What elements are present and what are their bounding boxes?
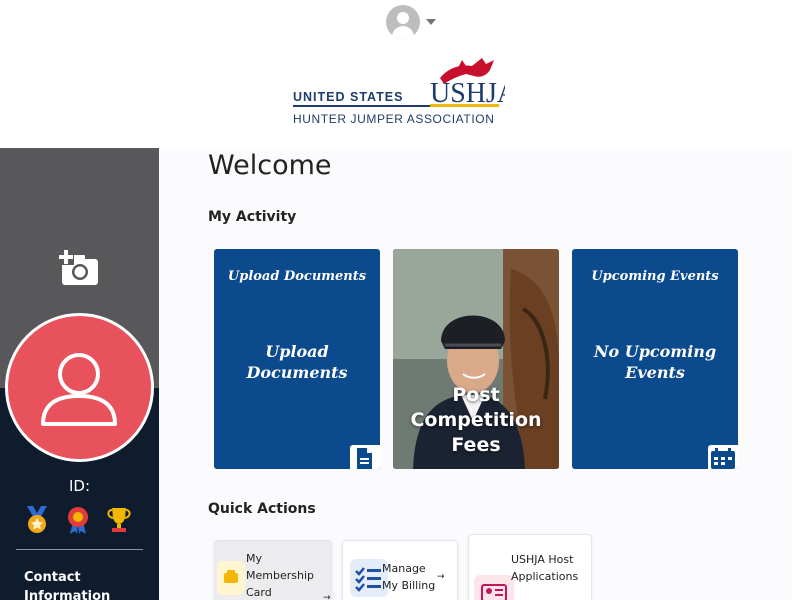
rosette-icon — [68, 507, 88, 534]
post-competition-fees-card[interactable]: Post Competition Fees — [393, 249, 559, 469]
qa-label: My Membership Card — [246, 552, 314, 599]
calendar-icon — [708, 445, 738, 469]
card-title: No Upcoming Events — [593, 342, 717, 382]
trophy-icon — [107, 508, 131, 532]
account-circle-icon[interactable] — [386, 5, 420, 39]
arrow-right-icon: → — [323, 593, 331, 600]
quick-actions: My Membership Card → Manage My Billing → — [214, 534, 592, 600]
qa-label: Manage My Billing — [382, 562, 436, 592]
profile-avatar[interactable] — [5, 313, 154, 462]
quick-actions-heading: Quick Actions — [208, 501, 316, 517]
card-title: Upload Documents — [246, 342, 348, 382]
member-id-label: ID: — [68, 477, 91, 495]
sidebar: ID: Contact Information — [0, 148, 159, 600]
page-title: Welcome — [208, 150, 332, 181]
header: UNITED STATES USHJA HUNTER JUMPER ASSOCI… — [0, 0, 792, 148]
caret-down-icon[interactable] — [426, 19, 436, 25]
upcoming-events-card[interactable]: Upcoming Events No Upcoming Events — [572, 249, 738, 469]
logo-text-bottom: HUNTER JUMPER ASSOCIATION — [293, 112, 494, 126]
my-activity-heading: My Activity — [208, 209, 297, 225]
arrow-right-icon: → — [437, 572, 445, 582]
card-subtitle: Upcoming Events — [591, 269, 719, 284]
add-photo-icon[interactable] — [58, 249, 100, 287]
achievement-badges — [24, 506, 132, 534]
membership-card-icon — [217, 561, 245, 595]
sidebar-divider — [16, 549, 143, 550]
host-applications-action[interactable]: USHJA Host Applications — [468, 534, 592, 600]
ushja-logo[interactable]: UNITED STATES USHJA HUNTER JUMPER ASSOCI… — [290, 56, 518, 128]
membership-card-action[interactable]: My Membership Card → — [214, 540, 332, 600]
sidebar-item-contact-information[interactable]: Contact Information — [24, 568, 134, 600]
medal-icon — [27, 506, 47, 533]
manage-billing-action[interactable]: Manage My Billing → — [342, 540, 458, 600]
logo-text-top: UNITED STATES — [293, 90, 403, 104]
main-content: Welcome My Activity Upload Documents Upl… — [159, 148, 792, 600]
user-menu[interactable] — [386, 5, 436, 39]
document-icon — [350, 445, 380, 469]
card-subtitle: Upload Documents — [227, 269, 367, 284]
activity-cards: Upload Documents Upload Documents Post C… — [214, 249, 738, 469]
upload-documents-card[interactable]: Upload Documents Upload Documents — [214, 249, 380, 469]
page: UNITED STATES USHJA HUNTER JUMPER ASSOCI… — [0, 0, 800, 600]
card-title: Post Competition Fees — [410, 384, 542, 456]
qa-label: USHJA Host Applications — [511, 553, 579, 583]
id-card-icon — [474, 575, 514, 600]
